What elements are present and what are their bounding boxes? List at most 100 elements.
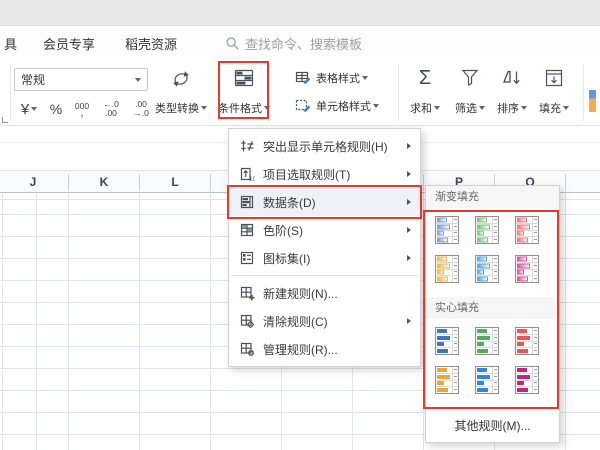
- databar-style-gradient-5[interactable]: [475, 255, 499, 283]
- sum-button[interactable]: Σ 求和: [402, 64, 448, 120]
- chevron-down-icon: [135, 78, 141, 82]
- cell-style-icon: [294, 97, 312, 115]
- column-divider: [565, 174, 566, 191]
- chevron-down-icon: [521, 106, 527, 110]
- partial-button-icon: [589, 90, 596, 112]
- column-header-K[interactable]: K: [100, 171, 109, 193]
- sort-label: 排序: [497, 100, 519, 116]
- number-format-select[interactable]: 常规: [14, 68, 148, 91]
- menu-item-label: 数据条(D): [263, 194, 407, 211]
- manage-rules-icon: [239, 341, 255, 357]
- data-bars-submenu: 渐变填充 实心填充 其他规则(M)...: [425, 185, 560, 443]
- separator: [583, 65, 584, 121]
- increase-decimal-button[interactable]: ←.0.00: [96, 96, 126, 122]
- table-style-label: 表格样式: [316, 70, 360, 86]
- command-search[interactable]: 查找命令、搜索模板: [225, 34, 362, 53]
- column-divider: [68, 174, 69, 191]
- databar-style-gradient-4[interactable]: [435, 255, 459, 283]
- icon-sets-icon: [239, 250, 255, 266]
- chevron-down-icon: [362, 76, 368, 80]
- menu-item-highlight-cells-rules[interactable]: 突出显示单元格规则(H): [229, 132, 420, 160]
- more-rules-item[interactable]: 其他规则(M)...: [426, 408, 559, 442]
- databar-style-solid-3[interactable]: [515, 327, 539, 355]
- inc-dec-bottom: .00: [105, 109, 117, 118]
- conditional-format-label: 条件格式: [218, 100, 262, 116]
- column-header-J[interactable]: J: [30, 171, 37, 193]
- search-placeholder: 查找命令、搜索模板: [245, 34, 362, 53]
- sort-az-icon: [500, 66, 524, 90]
- chevron-down-icon: [31, 107, 37, 111]
- search-icon: [225, 36, 240, 51]
- chevron-down-icon: [563, 106, 569, 110]
- table-style-button[interactable]: 表格样式: [294, 67, 368, 89]
- fill-button[interactable]: 填充: [531, 64, 577, 120]
- menu-item-label: 图标集(I): [263, 250, 407, 267]
- currency-format-button[interactable]: ¥: [14, 96, 44, 122]
- type-convert-button[interactable]: 类型转换: [150, 64, 212, 120]
- menu-bar: 具 会员专享 稻壳资源 查找命令、搜索模板: [0, 26, 600, 60]
- cell-style-label: 单元格样式: [316, 98, 371, 114]
- title-bar: [0, 0, 600, 26]
- databar-style-solid-1[interactable]: [435, 327, 459, 355]
- column-header-L[interactable]: L: [171, 171, 178, 193]
- data-bars-icon: [239, 194, 255, 210]
- menu-item-top-bottom-rules[interactable]: 10 项目选取规则(T): [229, 160, 420, 188]
- menu-item-color-scales[interactable]: 色阶(S): [229, 216, 420, 244]
- sum-sigma-icon: Σ: [419, 66, 431, 90]
- svg-text:10: 10: [249, 176, 255, 182]
- databar-style-gradient-3[interactable]: [515, 216, 539, 244]
- databar-style-gradient-6[interactable]: [515, 255, 539, 283]
- menu-item-data-bars[interactable]: 数据条(D): [229, 188, 420, 216]
- menu-item-label: 新建规则(N)...: [263, 285, 411, 302]
- conditional-format-button[interactable]: 条件格式: [220, 64, 268, 120]
- dec-dec-bottom: →.0: [133, 109, 149, 118]
- conditional-format-icon: [232, 66, 256, 90]
- menu-item-label: 清除规则(C): [263, 313, 407, 330]
- filter-button[interactable]: 筛选: [447, 64, 493, 120]
- gradient-fill-header: 渐变填充: [426, 186, 559, 208]
- sort-button[interactable]: 排序: [489, 64, 535, 120]
- ribbon-toolbar: 常规 ¥ % 000, ←.0.00 .00→.0 类: [0, 60, 600, 126]
- dialog-launcher-icon[interactable]: [2, 117, 8, 123]
- databar-style-solid-2[interactable]: [475, 327, 499, 355]
- databar-style-gradient-1[interactable]: [435, 216, 459, 244]
- filter-label: 筛选: [455, 100, 477, 116]
- menu-item-icon-sets[interactable]: 图标集(I): [229, 244, 420, 272]
- new-rule-icon: [239, 285, 255, 301]
- chevron-down-icon: [201, 106, 207, 110]
- solid-fill-header: 实心填充: [426, 297, 559, 319]
- percent-format-button[interactable]: %: [44, 96, 68, 122]
- percent-symbol: %: [50, 101, 62, 117]
- column-divider: [139, 174, 140, 191]
- tab-member[interactable]: 会员专享: [39, 34, 99, 53]
- menu-item-manage-rules[interactable]: 管理规则(R)...: [229, 335, 420, 363]
- conditional-format-menu: 突出显示单元格规则(H) 10 项目选取规则(T) 数据条(D): [228, 128, 421, 367]
- type-convert-icon: [168, 66, 194, 92]
- fill-label: 填充: [539, 100, 561, 116]
- comma-format-button[interactable]: 000,: [68, 96, 96, 122]
- color-scales-icon: [239, 222, 255, 238]
- menu-item-new-rule[interactable]: 新建规则(N)...: [229, 279, 420, 307]
- menu-item-label: 色阶(S): [263, 222, 407, 239]
- solid-fill-gallery: [426, 319, 559, 408]
- table-style-icon: [294, 69, 312, 87]
- menu-item-label: 项目选取规则(T): [263, 166, 407, 183]
- databar-style-gradient-2[interactable]: [475, 216, 499, 244]
- gridline: [2, 193, 3, 450]
- menu-separator: [231, 275, 418, 276]
- cell-style-button[interactable]: 单元格样式: [294, 95, 379, 117]
- column-divider: [423, 174, 424, 191]
- tab-partial[interactable]: 具: [0, 34, 21, 53]
- fill-down-icon: [542, 66, 566, 90]
- filter-funnel-icon: [458, 66, 482, 90]
- currency-symbol: ¥: [21, 101, 29, 118]
- separator: [398, 65, 399, 121]
- menu-item-clear-rules[interactable]: 清除规则(C): [229, 307, 420, 335]
- chevron-down-icon: [373, 104, 379, 108]
- separator: [10, 65, 11, 121]
- tab-docer[interactable]: 稻壳资源: [121, 34, 181, 53]
- databar-style-solid-6[interactable]: [515, 366, 539, 394]
- databar-style-solid-4[interactable]: [435, 366, 459, 394]
- databar-style-solid-5[interactable]: [475, 366, 499, 394]
- menu-item-label: 管理规则(R)...: [263, 341, 411, 358]
